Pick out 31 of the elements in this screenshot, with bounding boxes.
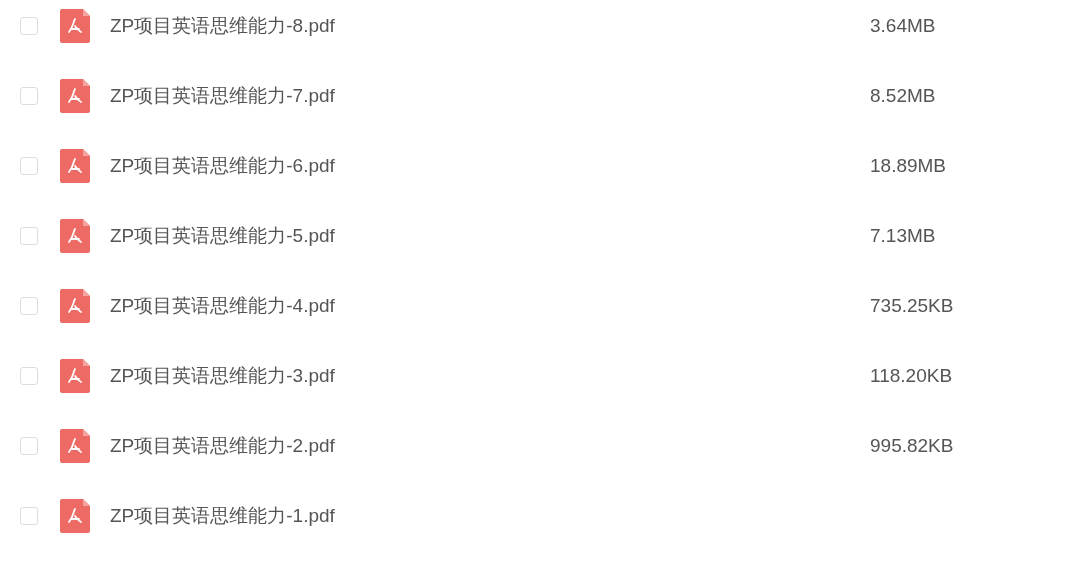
pdf-file-icon <box>60 219 90 253</box>
pdf-file-icon <box>60 289 90 323</box>
file-name[interactable]: ZP项目英语思维能力-7.pdf <box>110 83 870 109</box>
file-size: 18.89MB <box>870 155 947 177</box>
checkbox[interactable] <box>20 157 38 175</box>
pdf-file-icon <box>60 359 90 393</box>
file-name[interactable]: ZP项目英语思维能力-2.pdf <box>110 433 870 459</box>
file-name[interactable]: ZP项目英语思维能力-5.pdf <box>110 223 870 249</box>
file-name[interactable]: ZP项目英语思维能力-1.pdf <box>110 503 870 529</box>
file-name[interactable]: ZP项目英语思维能力-6.pdf <box>110 153 870 179</box>
file-name[interactable]: ZP项目英语思维能力-8.pdf <box>110 13 870 39</box>
file-size: 8.52MB <box>870 85 936 107</box>
file-size: 995.82KB <box>870 435 954 457</box>
checkbox[interactable] <box>20 297 38 315</box>
pdf-file-icon <box>60 9 90 43</box>
pdf-file-icon <box>60 499 90 533</box>
file-name[interactable]: ZP项目英语思维能力-3.pdf <box>110 363 870 389</box>
pdf-file-icon <box>60 149 90 183</box>
file-name[interactable]: ZP项目英语思维能力-4.pdf <box>110 293 870 319</box>
file-size: 118.20KB <box>870 365 953 387</box>
file-size: 3.64MB <box>870 15 936 37</box>
pdf-file-icon <box>60 79 90 113</box>
checkbox[interactable] <box>20 87 38 105</box>
checkbox[interactable] <box>20 367 38 385</box>
checkbox[interactable] <box>20 507 38 525</box>
checkbox[interactable] <box>20 437 38 455</box>
checkbox[interactable] <box>20 227 38 245</box>
pdf-file-icon <box>60 429 90 463</box>
file-size: 735.25KB <box>870 295 954 317</box>
checkbox[interactable] <box>20 17 38 35</box>
file-size: 7.13MB <box>870 225 936 247</box>
